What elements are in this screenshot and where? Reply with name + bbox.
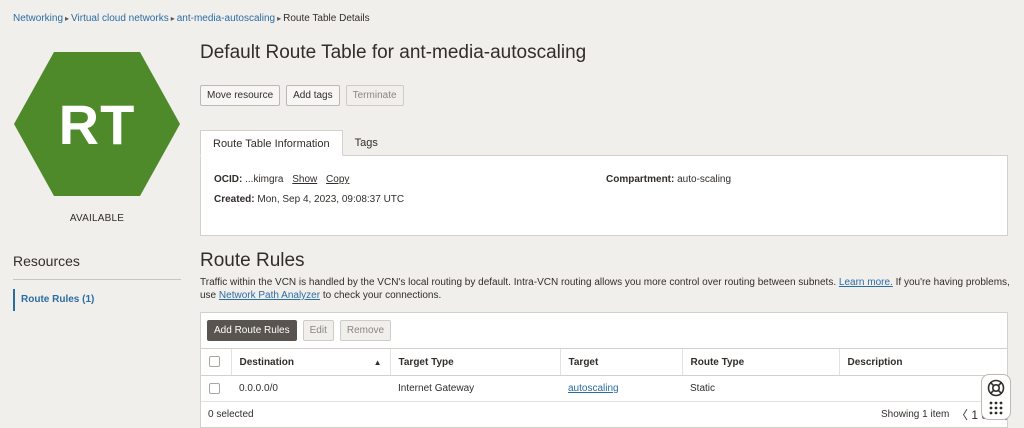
column-destination[interactable]: Destination ▲ — [230, 348, 390, 376]
learn-more-link[interactable]: Learn more. — [839, 277, 893, 288]
move-resource-button[interactable]: Move resource — [200, 85, 281, 106]
route-rules-table-panel: Add Route Rules Edit Remove Destination ▲… — [200, 312, 1017, 428]
column-description[interactable]: Description — [838, 348, 1007, 376]
compartment-value: auto-scaling — [677, 174, 732, 185]
compartment-label: Compartment: — [606, 174, 675, 185]
edit-button[interactable]: Edit — [302, 320, 334, 341]
sidebar-item-route-rules[interactable]: Route Rules (1) — [13, 289, 181, 311]
resource-hexagon-icon: RT — [12, 50, 182, 198]
cell-target-type: Internet Gateway — [390, 375, 560, 402]
breadcrumb-networking[interactable]: Networking — [13, 13, 63, 24]
created-row: Created: Mon, Sep 4, 2023, 09:08:37 UTC — [214, 194, 404, 205]
description-text: to check your connections. — [320, 290, 442, 301]
column-destination-label: Destination — [239, 356, 294, 368]
ocid-show-link[interactable]: Show — [292, 174, 317, 185]
row-checkbox[interactable] — [209, 382, 220, 394]
breadcrumb-separator: ▸ — [65, 14, 70, 23]
route-rules-table: Destination ▲ Target Type Target Route Ty… — [201, 348, 1007, 402]
tab-bar: Route Table Information Tags — [200, 130, 390, 156]
lifebuoy-icon[interactable] — [987, 379, 1005, 397]
prev-page-icon[interactable]: 〈 — [956, 408, 968, 422]
ocid-row: OCID: ...kimgra Show Copy — [214, 174, 349, 185]
add-route-rules-button[interactable]: Add Route Rules — [207, 320, 297, 341]
table-toolbar: Add Route Rules Edit Remove — [207, 320, 392, 341]
column-target[interactable]: Target — [559, 348, 682, 376]
select-all-cell — [201, 348, 231, 376]
showing-count: Showing 1 item — [881, 409, 950, 420]
created-label: Created: — [214, 194, 255, 205]
tab-tags[interactable]: Tags — [343, 130, 390, 156]
status-label: AVAILABLE — [69, 213, 125, 224]
row-select-cell — [201, 375, 231, 402]
ocid-value: ...kimgra — [245, 174, 284, 185]
breadcrumb-current: Route Table Details — [283, 13, 370, 24]
action-bar: Move resource Add tags Terminate — [200, 85, 404, 106]
breadcrumb-vcn[interactable]: Virtual cloud networks — [71, 13, 169, 24]
selected-count: 0 selected — [208, 409, 254, 420]
route-rules-description: Traffic within the VCN is handled by the… — [200, 276, 1010, 302]
tab-route-table-information[interactable]: Route Table Information — [200, 130, 343, 156]
remove-button[interactable]: Remove — [339, 320, 392, 341]
target-link[interactable]: autoscaling — [568, 383, 619, 394]
page-title: Default Route Table for ant-media-autosc… — [200, 42, 587, 63]
network-path-analyzer-link[interactable]: Network Path Analyzer — [219, 290, 320, 301]
breadcrumb-separator: ▸ — [277, 14, 282, 23]
select-all-checkbox[interactable] — [209, 356, 220, 368]
table-row: 0.0.0.0/0 Internet Gateway autoscaling S… — [201, 375, 1007, 402]
add-tags-button[interactable]: Add tags — [286, 85, 340, 106]
breadcrumb-vcn-name[interactable]: ant-media-autoscaling — [177, 13, 275, 24]
table-header-row: Destination ▲ Target Type Target Route Ty… — [201, 348, 1007, 376]
route-rules-title: Route Rules — [200, 250, 305, 271]
table-footer: 0 selected Showing 1 item 〈 1 of 1 〉 — [201, 403, 1017, 427]
created-value: Mon, Sep 4, 2023, 09:08:37 UTC — [257, 194, 405, 205]
compartment-row: Compartment: auto-scaling — [606, 174, 731, 185]
ocid-copy-link[interactable]: Copy — [326, 174, 349, 185]
grid-menu-icon[interactable] — [989, 401, 1003, 415]
resource-type-label: RT — [58, 92, 136, 156]
cell-target: autoscaling — [560, 375, 682, 402]
route-table-info-panel: OCID: ...kimgra Show Copy Compartment: a… — [200, 155, 1008, 236]
cell-destination: 0.0.0.0/0 — [231, 375, 390, 402]
breadcrumb: Networking ▸ Virtual cloud networks ▸ ant-me… — [13, 13, 370, 24]
terminate-button[interactable]: Terminate — [345, 85, 404, 106]
ocid-label: OCID: — [214, 174, 243, 185]
column-target-type[interactable]: Target Type — [389, 348, 560, 376]
sort-ascending-icon[interactable]: ▲ — [374, 358, 382, 367]
resources-divider — [13, 279, 181, 280]
description-text: Traffic within the VCN is handled by the… — [200, 277, 839, 288]
resources-title: Resources — [13, 253, 80, 269]
cell-route-type: Static — [682, 375, 839, 402]
help-widget[interactable] — [981, 374, 1011, 420]
breadcrumb-separator: ▸ — [170, 14, 175, 23]
column-route-type[interactable]: Route Type — [681, 348, 839, 376]
